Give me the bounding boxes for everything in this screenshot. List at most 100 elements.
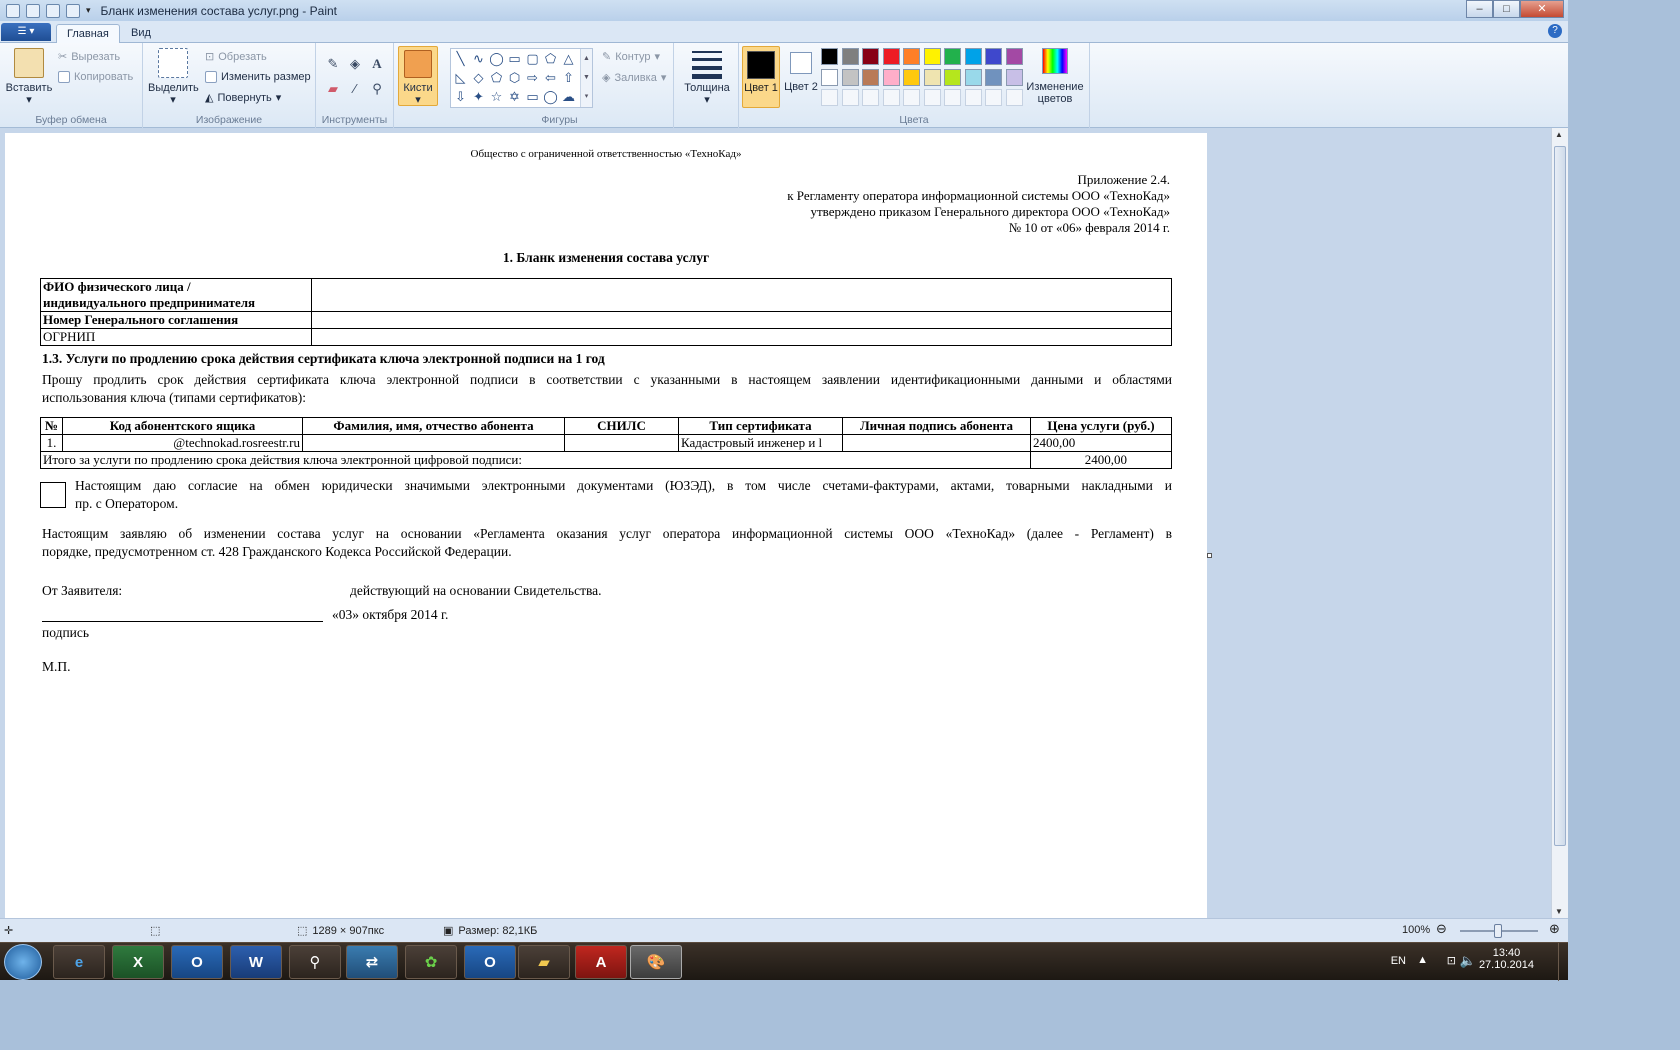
icq-icon[interactable]: ✿ — [405, 945, 457, 979]
magnifier-icon[interactable]: ⚲ — [368, 80, 386, 98]
zoom-in-icon[interactable]: ⊕ — [1549, 921, 1560, 937]
five-point-star-shape-icon[interactable]: ☆ — [488, 88, 505, 105]
cut-button[interactable]: ✂ Вырезать — [58, 50, 120, 64]
paint-app-icon[interactable] — [6, 3, 20, 18]
outline-button[interactable]: ✎ Контур ▾ — [602, 50, 660, 64]
curve-shape-icon[interactable]: ∿ — [470, 50, 487, 67]
four-point-star-shape-icon[interactable]: ✦ — [470, 88, 487, 105]
canvas[interactable]: Общество с ограниченной ответственностью… — [5, 133, 1207, 918]
right-arrow-shape-icon[interactable]: ⇨ — [524, 69, 541, 86]
zoom-out-icon[interactable]: ⊖ — [1436, 921, 1447, 937]
palette-swatch[interactable] — [821, 68, 838, 86]
network-app-icon[interactable]: ⇄ — [346, 945, 398, 979]
tray-expand-icon[interactable]: ▲ — [1417, 954, 1428, 966]
tab-home[interactable]: Главная — [56, 24, 120, 43]
hexagon-shape-icon[interactable]: ⬡ — [506, 69, 523, 86]
start-button[interactable] — [4, 944, 42, 980]
language-indicator[interactable]: EN — [1391, 955, 1406, 967]
palette-swatch[interactable] — [944, 68, 961, 86]
palette-custom-slot[interactable] — [821, 89, 838, 106]
rotate-button[interactable]: ◭ Повернуть ▾ — [205, 91, 281, 105]
color2-button[interactable]: Цвет 2 — [783, 50, 819, 93]
palette-swatch[interactable] — [882, 48, 900, 65]
canvas-resize-handle[interactable] — [1207, 553, 1212, 558]
palette-swatch[interactable] — [821, 48, 838, 65]
palette-custom-slot[interactable] — [923, 89, 941, 106]
left-arrow-shape-icon[interactable]: ⇦ — [542, 69, 559, 86]
palette-swatch[interactable] — [964, 48, 982, 65]
show-desktop-button[interactable] — [1558, 943, 1568, 981]
clock[interactable]: 13:40 27.10.2014 — [1479, 947, 1534, 971]
triangle-shape-icon[interactable]: △ — [560, 50, 577, 67]
palette-swatch[interactable] — [841, 68, 859, 86]
brushes-button[interactable]: Кисти ▾ — [398, 46, 438, 106]
crop-button[interactable]: ⊡ Обрезать — [205, 50, 267, 64]
palette-custom-slot[interactable] — [944, 89, 961, 106]
word-icon[interactable]: W — [230, 945, 282, 979]
consent-checkbox[interactable] — [40, 482, 66, 508]
palette-swatch[interactable] — [985, 48, 1002, 65]
palette-swatch[interactable] — [903, 48, 920, 65]
pentagon-shape-icon[interactable]: ⬠ — [488, 69, 505, 86]
line-shape-icon[interactable]: ╲ — [452, 50, 469, 67]
palette-swatch[interactable] — [862, 48, 879, 65]
palette-swatch[interactable] — [903, 68, 920, 86]
eraser-icon[interactable]: ▰ — [324, 80, 342, 98]
vertical-scrollbar[interactable]: ▲ ▼ — [1551, 128, 1568, 918]
callout-rect-shape-icon[interactable]: ▭ — [524, 88, 541, 105]
select-button[interactable]: Выделить ▾ — [148, 48, 199, 106]
down-arrow-shape-icon[interactable]: ⇩ — [452, 88, 469, 105]
palette-swatch[interactable] — [923, 48, 941, 65]
text-tool-icon[interactable]: A — [368, 55, 386, 73]
undo-icon[interactable] — [46, 3, 60, 18]
six-point-star-shape-icon[interactable]: ✡ — [506, 88, 523, 105]
save-icon[interactable] — [26, 3, 40, 18]
internet-explorer-icon[interactable]: e — [53, 945, 105, 979]
palette-custom-slot[interactable] — [964, 89, 982, 106]
excel-icon[interactable]: X — [112, 945, 164, 979]
explorer-folder-icon[interactable]: ▰ — [518, 945, 570, 979]
zoom-slider-thumb[interactable] — [1494, 924, 1502, 938]
paint-taskbar-icon[interactable]: 🎨 — [630, 945, 682, 979]
tab-view[interactable]: Вид — [121, 24, 161, 43]
minimize-button[interactable]: – — [1466, 0, 1493, 18]
scroll-down-icon[interactable]: ▼ — [1555, 907, 1563, 916]
palette-custom-slot[interactable] — [862, 89, 879, 106]
palette-swatch[interactable] — [985, 68, 1002, 86]
callout-oval-shape-icon[interactable]: ◯ — [542, 88, 559, 105]
palette-swatch[interactable] — [1005, 48, 1023, 65]
palette-custom-slot[interactable] — [841, 89, 859, 106]
palette-swatch[interactable] — [882, 68, 900, 86]
palette-swatch[interactable] — [862, 68, 879, 86]
rounded-rectangle-shape-icon[interactable]: ▢ — [524, 50, 541, 67]
up-arrow-shape-icon[interactable]: ⇧ — [560, 69, 577, 86]
redo-icon[interactable] — [66, 3, 80, 18]
color1-button[interactable]: Цвет 1 — [742, 46, 780, 108]
color-picker-icon[interactable]: ⁄ — [346, 80, 364, 98]
palette-custom-slot[interactable] — [882, 89, 900, 106]
oval-shape-icon[interactable]: ◯ — [488, 50, 505, 67]
paste-button[interactable]: Вставить ▾ — [5, 48, 53, 106]
palette-swatch[interactable] — [841, 48, 859, 65]
quick-access-dropdown-icon[interactable]: ▾ — [86, 5, 91, 16]
palette-custom-slot[interactable] — [985, 89, 1002, 106]
pencil-icon[interactable]: ✎ — [324, 55, 342, 73]
diamond-shape-icon[interactable]: ◇ — [470, 69, 487, 86]
volume-icon[interactable]: 🔈 — [1460, 953, 1476, 969]
help-icon[interactable]: ? — [1548, 24, 1562, 38]
palette-swatch[interactable] — [944, 48, 961, 65]
shapes-scroll[interactable]: ▲ ▼ ▾ — [580, 49, 592, 107]
outlook-second-icon[interactable]: O — [464, 945, 516, 979]
copy-button[interactable]: Копировать — [58, 71, 133, 83]
palette-swatch[interactable] — [923, 68, 941, 86]
scroll-up-icon[interactable]: ▲ — [1555, 130, 1563, 139]
fill-button[interactable]: ◈ Заливка ▾ — [602, 71, 666, 85]
palette-swatch[interactable] — [1005, 68, 1023, 86]
zoom-slider[interactable] — [1460, 924, 1538, 938]
edit-colors-button[interactable]: Изменение цветов — [1025, 48, 1085, 105]
palette-custom-slot[interactable] — [1005, 89, 1023, 106]
rectangle-shape-icon[interactable]: ▭ — [506, 50, 523, 67]
palette-swatch[interactable] — [964, 68, 982, 86]
outlook-icon[interactable]: O — [171, 945, 223, 979]
resize-button[interactable]: Изменить размер — [205, 71, 311, 83]
